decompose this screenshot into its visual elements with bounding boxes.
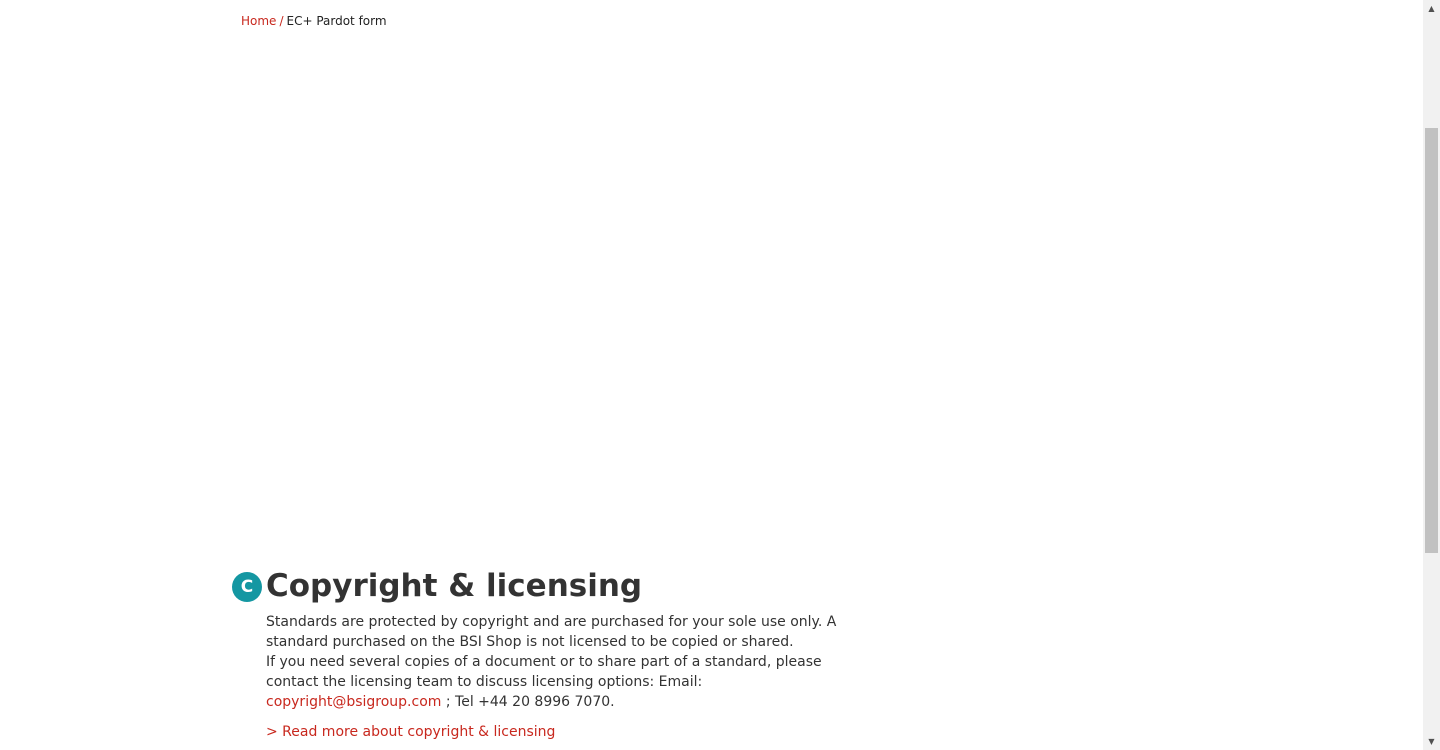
copyright-paragraph-1: Standards are protected by copyright and… [266, 614, 837, 650]
breadcrumb-home-link[interactable]: Home [241, 14, 276, 28]
paragraph-2-text-after: ; Tel +44 20 8996 7070. [441, 694, 615, 710]
copyright-title: Copyright & licensing [266, 568, 643, 604]
breadcrumb: Home / EC+ Pardot form [241, 12, 387, 30]
page: Home / EC+ Pardot form C Copyright & licen… [0, 0, 1440, 750]
breadcrumb-current: EC+ Pardot form [286, 14, 387, 28]
copyright-paragraph-2: If you need several copies of a document… [266, 652, 856, 712]
vertical-scrollbar[interactable]: ▲ ▼ [1423, 0, 1440, 750]
scroll-down-arrow-icon[interactable]: ▼ [1423, 733, 1440, 750]
copyright-email-link[interactable]: copyright@bsigroup.com [266, 694, 441, 710]
read-more-copyright-link[interactable]: > Read more about copyright & licensing [266, 722, 555, 742]
copyright-c-icon: C [232, 572, 262, 602]
paragraph-2-text-before: If you need several copies of a document… [266, 654, 822, 690]
scroll-up-arrow-icon[interactable]: ▲ [1423, 0, 1440, 17]
breadcrumb-separator: / [279, 14, 284, 28]
scrollbar-thumb[interactable] [1425, 128, 1438, 553]
copyright-body: Standards are protected by copyright and… [266, 612, 856, 712]
